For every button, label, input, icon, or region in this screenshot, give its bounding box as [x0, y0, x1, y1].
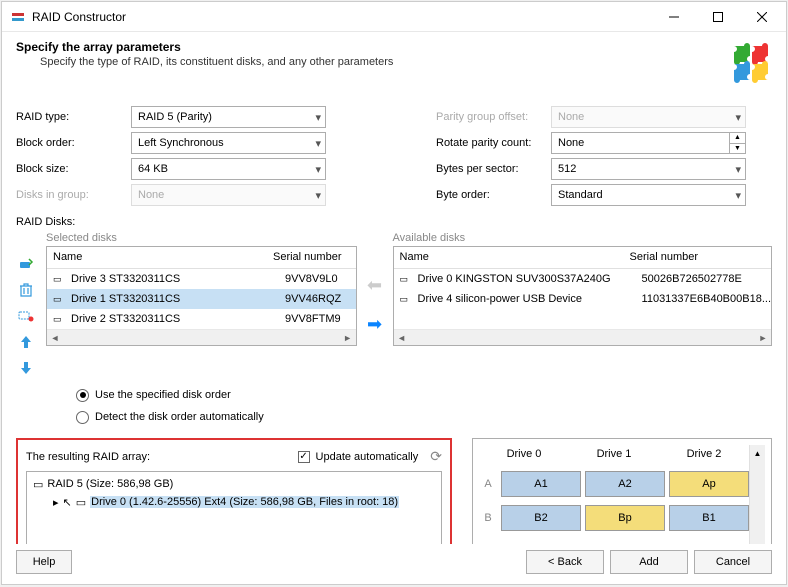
titlebar: RAID Constructor: [2, 2, 786, 32]
main-window: RAID Constructor Specify the array param…: [1, 1, 787, 585]
layout-cell: Bp: [585, 505, 665, 531]
raid-type-label: RAID type:: [16, 111, 131, 123]
block-size-label: Block size:: [16, 163, 131, 175]
layout-cell: B1: [669, 505, 749, 531]
cursor-icon: ↖: [63, 496, 72, 509]
back-button[interactable]: < Back: [526, 550, 604, 574]
vertical-scrollbar[interactable]: ▲▼: [749, 445, 765, 544]
app-icon: [10, 9, 26, 25]
close-button[interactable]: [740, 3, 784, 31]
chevron-down-icon: ▾: [315, 189, 321, 202]
cancel-button[interactable]: Cancel: [694, 550, 772, 574]
add-disk-button[interactable]: [16, 254, 36, 274]
radio-icon: [76, 411, 89, 424]
layout-header: Drive 0: [479, 445, 569, 467]
chevron-down-icon: ▾: [315, 137, 321, 150]
horizontal-scrollbar[interactable]: ◄►: [47, 329, 356, 345]
disk-icon: ▭: [53, 294, 67, 305]
column-header[interactable]: Serial number: [624, 247, 771, 268]
chevron-down-icon: ▾: [735, 163, 741, 176]
layout-cell: A2: [585, 471, 665, 497]
available-disks-table: NameSerial number ▭Drive 0 KINGSTON SUV3…: [393, 246, 772, 346]
move-left-button[interactable]: ⬅: [367, 275, 382, 296]
table-row[interactable]: ▭Drive 0 KINGSTON SUV300S37A240G50026B72…: [394, 269, 771, 289]
disks-in-group-combo: None▾: [131, 184, 326, 206]
chevron-down-icon: ▾: [735, 111, 741, 124]
delete-disk-button[interactable]: [16, 280, 36, 300]
layout-cell: A1: [501, 471, 581, 497]
chevron-down-icon: ▾: [735, 189, 741, 202]
result-panel: The resulting RAID array: ✓ Update autom…: [16, 438, 452, 544]
update-auto-label: Update automatically: [316, 451, 419, 463]
disk-icon: ▭: [400, 274, 414, 285]
move-down-button[interactable]: [16, 358, 36, 378]
disk-icon: ▭: [76, 496, 86, 509]
raid-disks-label: RAID Disks:: [16, 216, 772, 228]
layout-row: AA1A2Ap: [479, 467, 749, 501]
raid-type-combo[interactable]: RAID 5 (Parity)▾: [131, 106, 326, 128]
byte-order-label: Byte order:: [436, 189, 551, 201]
layout-row: BB2BpB1: [479, 501, 749, 535]
content-area: Specify the array parameters Specify the…: [2, 32, 786, 544]
rotate-count-spinner[interactable]: ▲▼: [730, 132, 746, 154]
table-row[interactable]: ▭Drive 4 silicon-power USB Device1103133…: [394, 289, 771, 309]
placeholder-disk-button[interactable]: [16, 306, 36, 326]
move-up-button[interactable]: [16, 332, 36, 352]
result-tree[interactable]: ▭RAID 5 (Size: 586,98 GB) ▸↖▭Drive 0 (1.…: [26, 471, 442, 544]
bytes-per-sector-label: Bytes per sector:: [436, 163, 551, 175]
rotate-count-combo[interactable]: None: [551, 132, 730, 154]
column-header[interactable]: Serial number: [267, 247, 356, 268]
refresh-icon[interactable]: ⟳: [430, 448, 442, 465]
selected-disks-table: NameSerial number ▭Drive 3 ST3320311CS9V…: [46, 246, 357, 346]
layout-cell: Ap: [669, 471, 749, 497]
horizontal-scrollbar[interactable]: ◄►: [394, 329, 771, 345]
radio-specified-order[interactable]: Use the specified disk order: [76, 384, 772, 406]
table-row[interactable]: ▭Drive 2 ST3320311CS9VV8FTM9: [47, 309, 356, 329]
column-header[interactable]: Name: [47, 247, 267, 268]
puzzle-icon: [728, 40, 772, 84]
radio-icon: [76, 389, 89, 402]
result-label: The resulting RAID array:: [26, 451, 150, 463]
disk-icon: ▭: [400, 294, 414, 305]
footer: Help < Back Add Cancel: [2, 544, 786, 584]
chevron-down-icon: ▾: [315, 111, 321, 124]
table-row[interactable]: ▭Drive 3 ST3320311CS9VV8V9L0: [47, 269, 356, 289]
disk-icon: ▭: [33, 478, 43, 491]
block-size-combo[interactable]: 64 KB▾: [131, 158, 326, 180]
table-row[interactable]: ▭Drive 1 ST3320311CS9VV46RQZ: [47, 289, 356, 309]
disk-icon: ▭: [53, 274, 67, 285]
layout-panel: Drive 0Drive 1Drive 2 AA1A2ApBB2BpB1 ▲▼: [472, 438, 772, 544]
block-order-combo[interactable]: Left Synchronous▾: [131, 132, 326, 154]
bytes-per-sector-combo[interactable]: 512▾: [551, 158, 746, 180]
page-subtitle: Specify the type of RAID, its constituen…: [16, 56, 728, 68]
layout-header: Drive 2: [659, 445, 749, 467]
parity-offset-label: Parity group offset:: [436, 111, 551, 123]
byte-order-combo[interactable]: Standard▾: [551, 184, 746, 206]
selected-disks-label: Selected disks: [46, 232, 357, 244]
layout-header: Drive 1: [569, 445, 659, 467]
rotate-count-label: Rotate parity count:: [436, 137, 551, 149]
window-title: RAID Constructor: [32, 10, 652, 24]
layout-cell: B2: [501, 505, 581, 531]
parity-offset-combo: None▾: [551, 106, 746, 128]
available-disks-label: Available disks: [393, 232, 772, 244]
block-order-label: Block order:: [16, 137, 131, 149]
chevron-down-icon: ▾: [315, 163, 321, 176]
page-title: Specify the array parameters: [16, 40, 728, 54]
minimize-button[interactable]: [652, 3, 696, 31]
help-button[interactable]: Help: [16, 550, 72, 574]
move-right-button[interactable]: ➡: [367, 314, 382, 335]
column-header[interactable]: Name: [394, 247, 624, 268]
maximize-button[interactable]: [696, 3, 740, 31]
radio-auto-order[interactable]: Detect the disk order automatically: [76, 406, 772, 428]
disks-in-group-label: Disks in group:: [16, 189, 131, 201]
disk-icon: ▭: [53, 314, 67, 325]
expand-icon[interactable]: ▸: [53, 496, 59, 509]
add-button[interactable]: Add: [610, 550, 688, 574]
update-auto-checkbox[interactable]: ✓: [298, 451, 310, 463]
